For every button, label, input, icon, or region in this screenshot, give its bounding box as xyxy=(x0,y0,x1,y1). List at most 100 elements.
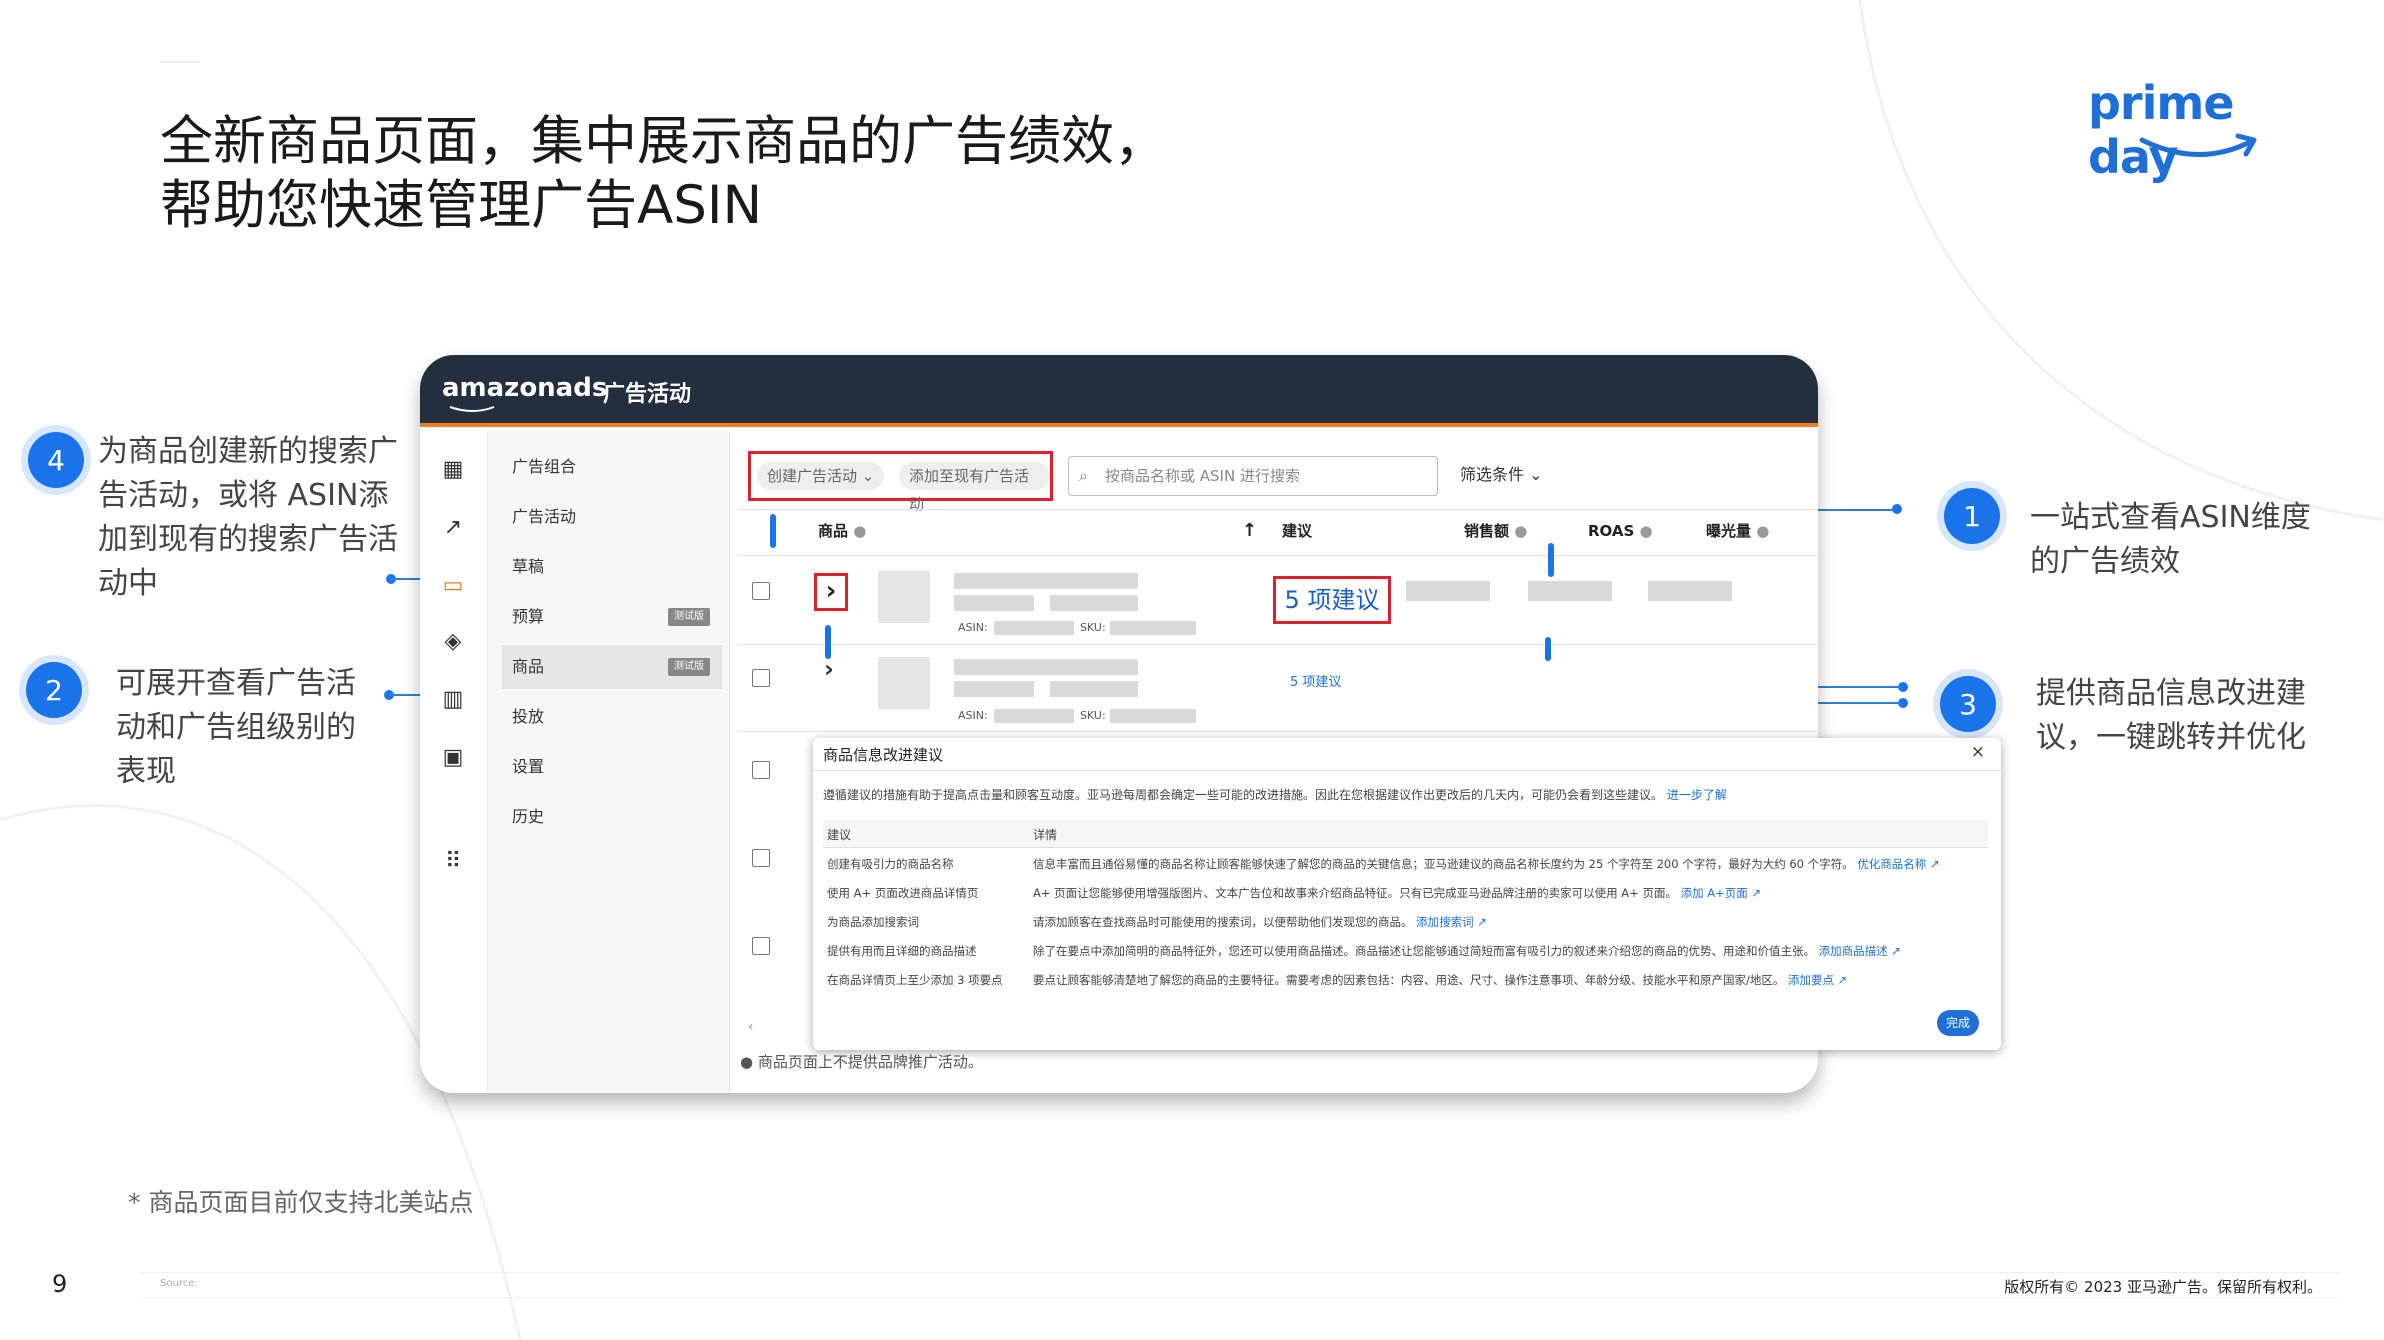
add-bullet-points-link[interactable]: 添加要点 xyxy=(1788,973,1834,987)
product-thumbnail xyxy=(878,657,930,709)
campaign-actions-group: 创建广告活动 ⌄ 添加至现有广告活动 xyxy=(748,451,1053,513)
footnote: * 商品页面目前仅支持北美站点 xyxy=(128,1188,474,1217)
menu-item-portfolios[interactable]: 广告组合 xyxy=(502,445,722,489)
shield-icon[interactable]: ◈ xyxy=(438,627,468,657)
menu-item-drafts[interactable]: 草稿 xyxy=(502,545,722,589)
popup-column-suggestion: 建议 xyxy=(827,828,852,842)
menu-label: 草稿 xyxy=(512,557,545,576)
menu-item-budgets[interactable]: 预算 测试版 xyxy=(502,595,722,639)
add-search-terms-link[interactable]: 添加搜索词 xyxy=(1416,915,1474,929)
suggestions-link-highlighted[interactable]: 5 项建议 xyxy=(1273,576,1391,624)
beta-badge: 测试版 xyxy=(668,608,710,626)
popup-table-header xyxy=(823,820,1988,848)
side-menu: 广告组合 广告活动 草稿 预算 测试版 商品 测试版 投放 设置 历史 xyxy=(488,431,730,1093)
bar-chart-icon[interactable]: ▥ xyxy=(438,685,468,715)
row-expand-chevron[interactable]: › xyxy=(814,573,848,611)
column-header-impressions[interactable]: 曝光量 ● xyxy=(1706,511,1769,551)
nav-title[interactable]: 广告活动 xyxy=(603,376,691,408)
asin-label: ASIN: xyxy=(958,621,988,634)
prime-day-logo: prime day xyxy=(2088,76,2318,184)
callout-3-badge: 3 xyxy=(1940,676,1996,732)
column-header-product[interactable]: 商品 ● xyxy=(818,511,866,551)
column-header-sales[interactable]: 销售额 ● xyxy=(1464,511,1527,551)
roas-placeholder xyxy=(1528,581,1612,601)
add-to-existing-campaign-button[interactable]: 添加至现有广告活动 xyxy=(899,462,1050,513)
detail-text: A+ 页面让您能够使用增强版图片、文本广告位和故事来介绍商品特征。只有已完成亚马… xyxy=(1033,886,1677,900)
callout-1-text: 一站式查看ASIN维度的广告绩效 xyxy=(2030,500,2311,579)
product-name-placeholder xyxy=(954,573,1138,589)
menu-item-targeting[interactable]: 投放 xyxy=(502,695,722,739)
column-header-suggestion[interactable]: 建议 xyxy=(1282,511,1312,551)
callout-1-badge: 1 xyxy=(1944,488,2000,544)
asin-placeholder xyxy=(994,621,1074,635)
popup-row-detail: 请添加顾客在查找商品时可能使用的搜索词，以便帮助他们发现您的商品。 添加搜索词 … xyxy=(1033,914,1993,930)
menu-label: 设置 xyxy=(512,757,545,776)
row-checkbox[interactable] xyxy=(752,582,770,600)
trend-chart-icon[interactable]: ↗ xyxy=(438,513,468,543)
product-name-placeholder xyxy=(954,595,1034,611)
table-divider xyxy=(738,509,1818,510)
amazon-ads-logo[interactable]: amazonads xyxy=(442,373,607,412)
add-a-plus-link[interactable]: 添加 A+页面 xyxy=(1681,886,1748,900)
title-line-1: 全新商品页面，集中展示商品的广告绩效， xyxy=(160,111,1167,172)
column-header-roas[interactable]: ROAS ● xyxy=(1588,511,1653,551)
menu-label: 预算 xyxy=(512,607,545,626)
menu-item-history[interactable]: 历史 xyxy=(502,795,722,839)
row-checkbox[interactable] xyxy=(752,937,770,955)
external-link-icon: ↗ xyxy=(1887,944,1901,958)
search-placeholder: 按商品名称或 ASIN 进行搜索 xyxy=(1105,467,1300,485)
column-label: 曝光量 xyxy=(1706,522,1752,540)
column-label: 商品 xyxy=(818,522,849,540)
row-checkbox[interactable] xyxy=(752,849,770,867)
popup-intro: 遵循建议的措施有助于提高点击量和顾客互动度。亚马逊每周都会确定一些可能的改进措施… xyxy=(823,786,1727,803)
gallery-icon[interactable]: ▣ xyxy=(438,743,468,773)
sort-ascending-icon[interactable]: ↑ xyxy=(1242,511,1257,551)
table-divider xyxy=(738,644,1818,645)
product-thumbnail xyxy=(878,571,930,623)
button-label: 创建广告活动 xyxy=(767,467,858,485)
add-description-link[interactable]: 添加商品描述 xyxy=(1819,944,1888,958)
info-icon: ● xyxy=(1756,522,1770,540)
page-number: 9 xyxy=(52,1270,68,1298)
menu-label: 历史 xyxy=(512,807,545,826)
table-divider xyxy=(738,555,1818,556)
row-checkbox[interactable] xyxy=(752,669,770,687)
product-name-placeholder xyxy=(954,681,1034,697)
apps-icon[interactable]: ⠿ xyxy=(438,847,468,877)
learn-more-link[interactable]: 进一步了解 xyxy=(1667,788,1727,802)
icon-rail: ▦ ↗ ▭ ◈ ▥ ▣ ⠿ xyxy=(420,431,488,1093)
menu-label: 投放 xyxy=(512,707,545,726)
grid-dashboard-icon[interactable]: ▦ xyxy=(438,455,468,485)
wallet-icon[interactable]: ▭ xyxy=(438,571,468,601)
brand-smile-icon xyxy=(449,406,495,412)
impressions-placeholder xyxy=(1648,581,1732,601)
close-icon[interactable]: × xyxy=(1971,742,1985,762)
info-icon: ● xyxy=(853,522,867,540)
row-expand-chevron[interactable]: › xyxy=(824,655,834,683)
menu-item-settings[interactable]: 设置 xyxy=(502,745,722,789)
marker-callout-4 xyxy=(770,514,776,548)
menu-item-campaigns[interactable]: 广告活动 xyxy=(502,495,722,539)
callout-2-badge: 2 xyxy=(26,662,82,718)
title-line-2: 帮助您快速管理广告ASIN xyxy=(160,175,763,236)
callout-3-text: 提供商品信息改进建议，一键跳转并优化 xyxy=(2036,676,2306,755)
product-search-input[interactable]: ⌕ 按商品名称或 ASIN 进行搜索 xyxy=(1068,456,1438,496)
scroll-left-icon[interactable]: ‹ xyxy=(748,1019,754,1035)
filter-dropdown[interactable]: 筛选条件 ⌄ xyxy=(1460,461,1543,485)
popup-row-detail: 除了在要点中添加简明的商品特征外，您还可以使用商品描述。商品描述让您能够通过简短… xyxy=(1033,943,1993,959)
external-link-icon: ↗ xyxy=(1747,886,1762,900)
marker-callout-1 xyxy=(1548,543,1554,577)
menu-item-products[interactable]: 商品 测试版 xyxy=(502,645,722,689)
sku-placeholder xyxy=(1110,709,1196,723)
optimize-title-link[interactable]: 优化商品名称 xyxy=(1857,857,1926,871)
done-button[interactable]: 完成 xyxy=(1937,1010,1979,1036)
suggestions-link[interactable]: 5 项建议 xyxy=(1290,671,1341,690)
callout-4-badge: 4 xyxy=(28,432,84,488)
detail-text: 请添加顾客在查找商品时可能使用的搜索词，以便帮助他们发现您的商品。 xyxy=(1033,915,1413,929)
detail-text: 除了在要点中添加简明的商品特征外，您还可以使用商品描述。商品描述让您能够通过简短… xyxy=(1033,944,1815,958)
product-name-placeholder xyxy=(1050,595,1138,611)
marker-callout-2 xyxy=(825,625,831,659)
row-checkbox[interactable] xyxy=(752,761,770,779)
popup-row-suggestion: 在商品详情页上至少添加 3 项要点 xyxy=(827,973,1003,987)
create-campaign-button[interactable]: 创建广告活动 ⌄ xyxy=(757,462,885,490)
